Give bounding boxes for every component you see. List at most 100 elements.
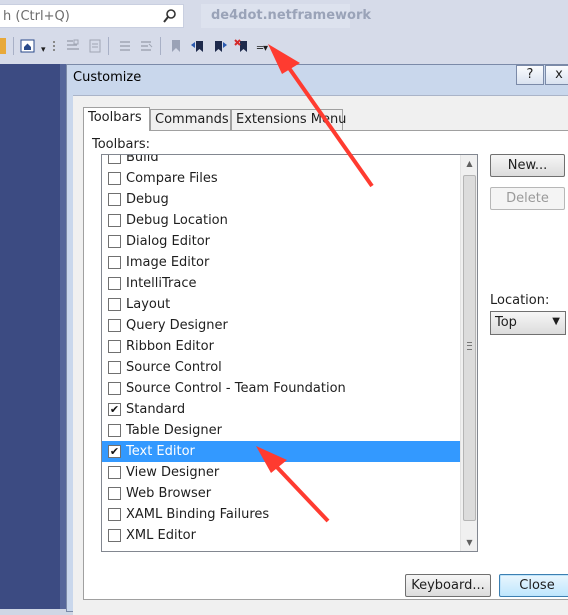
list-item[interactable]: ✔ Standard [102, 399, 460, 420]
window-title: de4dot.netframework [201, 4, 371, 28]
location-select[interactable]: Top ▼ [490, 311, 566, 335]
home-window-icon[interactable] [20, 38, 36, 54]
toolbars-label: Toolbars: [92, 137, 150, 152]
toolbar-separator [160, 37, 161, 55]
list-item[interactable]: Debug [102, 189, 460, 210]
list-item-label: XML Editor [126, 528, 196, 543]
list-item[interactable]: Compare Files [102, 168, 460, 189]
toolbar-checkbox[interactable] [108, 361, 121, 374]
clear-bookmarks-icon[interactable] [234, 38, 250, 54]
scroll-up-icon[interactable]: ▲ [461, 155, 477, 172]
list-item[interactable]: Image Editor [102, 252, 460, 273]
chevron-down-icon: ▼ [552, 316, 560, 327]
format-icon[interactable] [87, 38, 103, 54]
bookmark-icon[interactable] [168, 38, 184, 54]
toolbar-checkbox[interactable] [108, 508, 121, 521]
list-item-label: Layout [126, 297, 171, 312]
location-value: Top [495, 315, 517, 330]
toolbar-checkbox[interactable] [108, 256, 121, 269]
grip-icon [467, 342, 472, 350]
location-label: Location: [490, 293, 550, 308]
search-placeholder: h (Ctrl+Q) [3, 9, 70, 24]
help-button[interactable]: ? [516, 65, 544, 85]
toolbar-checkbox[interactable]: ✔ [108, 403, 121, 416]
toolbar-checkbox[interactable]: ✔ [108, 445, 121, 458]
align-icon[interactable] [50, 38, 66, 54]
list-item[interactable]: Web Browser [102, 483, 460, 504]
scrollbar-thumb[interactable] [463, 175, 476, 521]
list-item-label: Query Designer [126, 318, 228, 333]
list-item-label: Compare Files [126, 171, 218, 186]
toolbars-listbox[interactable]: Build Compare Files Debug Debug Location Dia… [101, 154, 478, 552]
list-item-label: Web Browser [126, 486, 212, 501]
toolbar-options-dropdown-icon[interactable]: ═▾ [257, 44, 268, 60]
list-item-label: Debug [126, 192, 169, 207]
tab-commands[interactable]: Commands [150, 109, 231, 130]
toolbar-checkbox[interactable] [108, 466, 121, 479]
vs-editor-background [0, 64, 66, 609]
list-item-label: Build [126, 154, 159, 165]
list-item-label: Debug Location [126, 213, 228, 228]
toolbar-checkbox[interactable] [108, 298, 121, 311]
toolbars-list: Build Compare Files Debug Debug Location Dia… [102, 154, 460, 546]
toolbar-checkbox[interactable] [108, 529, 121, 542]
search-icon[interactable] [163, 8, 177, 24]
toolbar-checkbox[interactable] [108, 424, 121, 437]
list-item[interactable]: XML Editor [102, 525, 460, 546]
close-icon[interactable]: x [545, 65, 568, 85]
next-bookmark-icon[interactable] [212, 38, 228, 54]
list-item[interactable]: ✔ Text Editor [102, 441, 460, 462]
toolbar-checkbox[interactable] [108, 487, 121, 500]
list-item[interactable]: Build [102, 154, 460, 168]
toolbar-checkbox[interactable] [108, 214, 121, 227]
keyboard-button[interactable]: Keyboard... [405, 574, 491, 597]
toolbar-checkbox[interactable] [108, 382, 121, 395]
toolbar-checkbox[interactable] [108, 235, 121, 248]
toolbar-checkbox[interactable] [108, 340, 121, 353]
dialog-title: Customize [73, 70, 142, 85]
list-item-label: View Designer [126, 465, 220, 480]
list-item-label: Standard [126, 402, 186, 417]
toolbar-checkbox[interactable] [108, 277, 121, 290]
list-item-label: Dialog Editor [126, 234, 211, 249]
toolbar-checkbox[interactable] [108, 193, 121, 206]
list-item-label: Source Control [126, 360, 222, 375]
list-item[interactable]: Source Control [102, 357, 460, 378]
indent-icon[interactable] [65, 38, 81, 54]
tab-extensions-menu[interactable]: Extensions Menu [231, 109, 346, 130]
list-item[interactable]: XAML Binding Failures [102, 504, 460, 525]
list-item-label: XAML Binding Failures [126, 507, 270, 522]
customize-dialog: Customize ? x Toolbars Commands Extensio… [66, 64, 568, 615]
list-item[interactable]: View Designer [102, 462, 460, 483]
previous-bookmark-icon[interactable] [190, 38, 206, 54]
delete-toolbar-button[interactable]: Delete [490, 187, 565, 210]
list-item-label: Image Editor [126, 255, 210, 270]
list-item[interactable]: Table Designer [102, 420, 460, 441]
list-item-label: Text Editor [126, 444, 195, 459]
list-item[interactable]: Ribbon Editor [102, 336, 460, 357]
quick-launch-search-input[interactable]: h (Ctrl+Q) [0, 4, 184, 28]
tab-toolbars[interactable]: Toolbars [83, 107, 150, 131]
new-toolbar-button[interactable]: New... [490, 154, 565, 177]
comment-icon[interactable] [117, 38, 133, 54]
list-scrollbar[interactable]: ▲ ▼ [460, 155, 477, 551]
list-item[interactable]: Layout [102, 294, 460, 315]
toolbar-separator [13, 37, 14, 55]
list-item[interactable]: Debug Location [102, 210, 460, 231]
list-item[interactable]: Source Control - Team Foundation [102, 378, 460, 399]
list-item[interactable]: IntelliTrace [102, 273, 460, 294]
uncomment-icon[interactable] [138, 38, 154, 54]
toolbar-checkbox[interactable] [108, 172, 121, 185]
vs-toolbar-area: h (Ctrl+Q) de4dot.netframework ▾ ═▾ [0, 0, 568, 64]
close-button[interactable]: Close [499, 574, 568, 597]
toolbar-checkbox[interactable] [108, 155, 121, 164]
dropdown-icon[interactable]: ▾ [41, 46, 49, 62]
toolbars-tab-panel: Toolbars: Build Compare Files Debug Debug L… [83, 130, 568, 600]
folder-icon[interactable] [0, 38, 6, 54]
dialog-client-area: Toolbars Commands Extensions Menu Toolba… [73, 95, 568, 615]
list-item-label: IntelliTrace [126, 276, 197, 291]
scroll-down-icon[interactable]: ▼ [461, 534, 477, 551]
toolbar-checkbox[interactable] [108, 319, 121, 332]
list-item[interactable]: Dialog Editor [102, 231, 460, 252]
list-item[interactable]: Query Designer [102, 315, 460, 336]
